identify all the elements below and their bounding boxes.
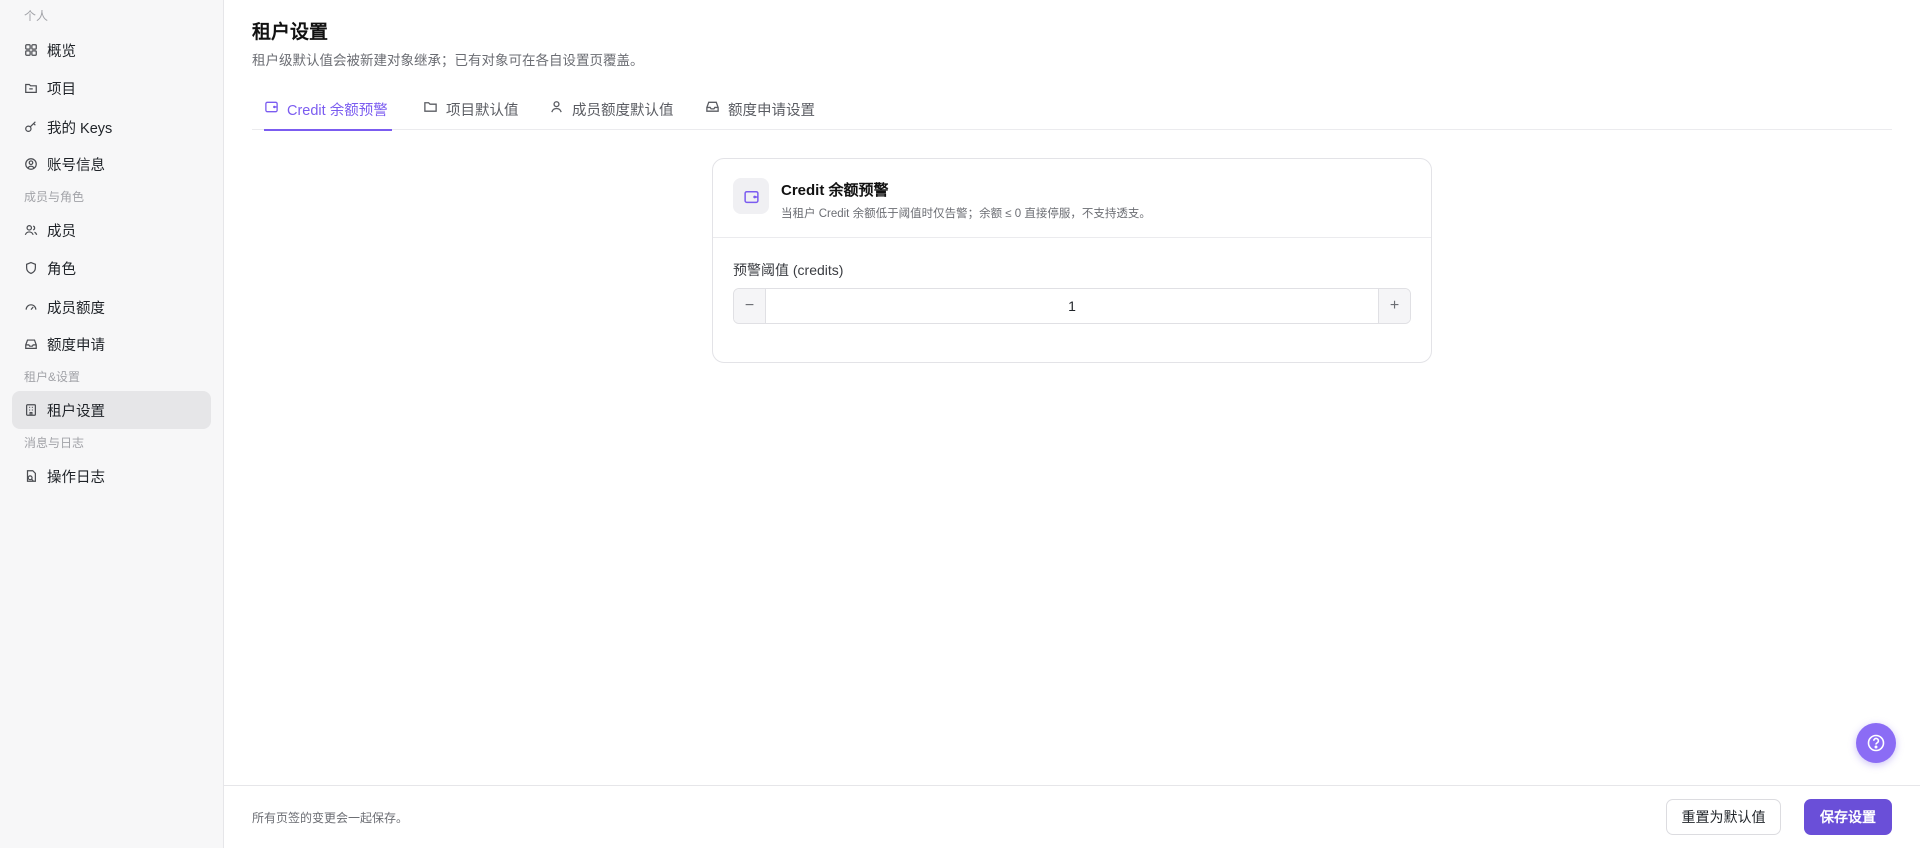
sidebar-item-label: 我的 Keys <box>47 120 113 137</box>
sidebar: 个人 概览 项目 我的 Keys 账号信息 成员与角色 成员 角色 成员额度 额… <box>0 0 224 848</box>
threshold-input[interactable] <box>766 289 1378 323</box>
sidebar-item-label: 角色 <box>47 261 76 278</box>
sidebar-item-roles[interactable]: 角色 <box>12 249 211 287</box>
sidebar-item-member-quota[interactable]: 成员额度 <box>12 288 211 326</box>
sidebar-group-tenant: 租户&设置 <box>24 370 81 384</box>
tab-label: Credit 余额预警 <box>287 103 388 119</box>
sidebar-item-quota-requests[interactable]: 额度申请 <box>12 325 211 363</box>
sidebar-item-label: 成员 <box>47 223 76 240</box>
sidebar-item-projects[interactable]: 项目 <box>12 69 211 107</box>
sidebar-group-logs: 消息与日志 <box>24 436 85 450</box>
user-circle-icon <box>24 157 38 171</box>
card-header: Credit 余额预警 当租户 Credit 余额低于阈值时仅告警；余额 ≤ 0… <box>713 159 1431 238</box>
wallet-icon <box>264 99 279 114</box>
sidebar-item-label: 项目 <box>47 81 76 98</box>
reset-defaults-button[interactable]: 重置为默认值 <box>1666 799 1781 835</box>
threshold-stepper: − + <box>733 288 1411 324</box>
help-icon <box>1867 734 1885 752</box>
tab-label: 项目默认值 <box>446 103 519 119</box>
sidebar-group-members: 成员与角色 <box>24 190 85 204</box>
inbox-icon <box>705 99 720 114</box>
increment-button[interactable]: + <box>1378 289 1410 323</box>
tab-quota-request-settings[interactable]: 额度申请设置 <box>693 92 815 130</box>
sidebar-item-label: 账号信息 <box>47 157 105 174</box>
sidebar-group-personal: 个人 <box>24 9 49 23</box>
card-description: 当租户 Credit 余额低于阈值时仅告警；余额 ≤ 0 直接停服，不支持透支。 <box>781 208 1151 220</box>
save-settings-button[interactable]: 保存设置 <box>1804 799 1892 835</box>
sidebar-item-label: 操作日志 <box>47 469 105 486</box>
sidebar-item-label: 成员额度 <box>47 300 105 317</box>
tab-label: 额度申请设置 <box>728 103 815 119</box>
tab-member-quota-defaults[interactable]: 成员额度默认值 <box>537 92 674 130</box>
users-icon <box>24 223 38 237</box>
sidebar-item-overview[interactable]: 概览 <box>12 31 211 69</box>
tab-credit-alert[interactable]: Credit 余额预警 <box>252 92 392 131</box>
help-button[interactable] <box>1856 723 1896 763</box>
settings-tabs: Credit 余额预警 项目默认值 成员额度默认值 额度申请设置 <box>252 92 1892 131</box>
credit-alert-card: Credit 余额预警 当租户 Credit 余额低于阈值时仅告警；余额 ≤ 0… <box>712 158 1432 363</box>
key-icon <box>24 120 38 134</box>
threshold-label: 预警阈值 (credits) <box>733 262 844 278</box>
sidebar-item-members[interactable]: 成员 <box>12 211 211 249</box>
gauge-icon <box>24 300 38 314</box>
building-icon <box>24 403 38 417</box>
sidebar-item-audit-log[interactable]: 操作日志 <box>12 457 211 495</box>
page-subtitle: 租户级默认值会被新建对象继承；已有对象可在各自设置页覆盖。 <box>252 53 644 68</box>
tab-project-defaults[interactable]: 项目默认值 <box>411 92 519 130</box>
tab-label: 成员额度默认值 <box>572 103 674 119</box>
sidebar-item-my-keys[interactable]: 我的 Keys <box>12 108 211 146</box>
sidebar-item-account[interactable]: 账号信息 <box>12 145 211 183</box>
sidebar-item-tenant-settings[interactable]: 租户设置 <box>12 391 211 429</box>
card-title: Credit 余额预警 <box>781 182 889 199</box>
decrement-button[interactable]: − <box>734 289 766 323</box>
sidebar-item-label: 概览 <box>47 43 76 60</box>
log-icon <box>24 469 38 483</box>
shield-icon <box>24 261 38 275</box>
footer-note: 所有页签的变更会一起保存。 <box>252 811 409 825</box>
sidebar-item-label: 额度申请 <box>47 337 105 354</box>
grid-icon <box>24 43 38 57</box>
folder-icon <box>423 99 438 114</box>
page-title: 租户设置 <box>252 22 329 43</box>
sidebar-item-label: 租户设置 <box>47 403 105 420</box>
user-icon <box>549 99 564 114</box>
wallet-icon <box>733 178 769 214</box>
inbox-icon <box>24 337 38 351</box>
footer-bar: 所有页签的变更会一起保存。 重置为默认值 保存设置 <box>224 785 1920 848</box>
folder-icon <box>24 81 38 95</box>
